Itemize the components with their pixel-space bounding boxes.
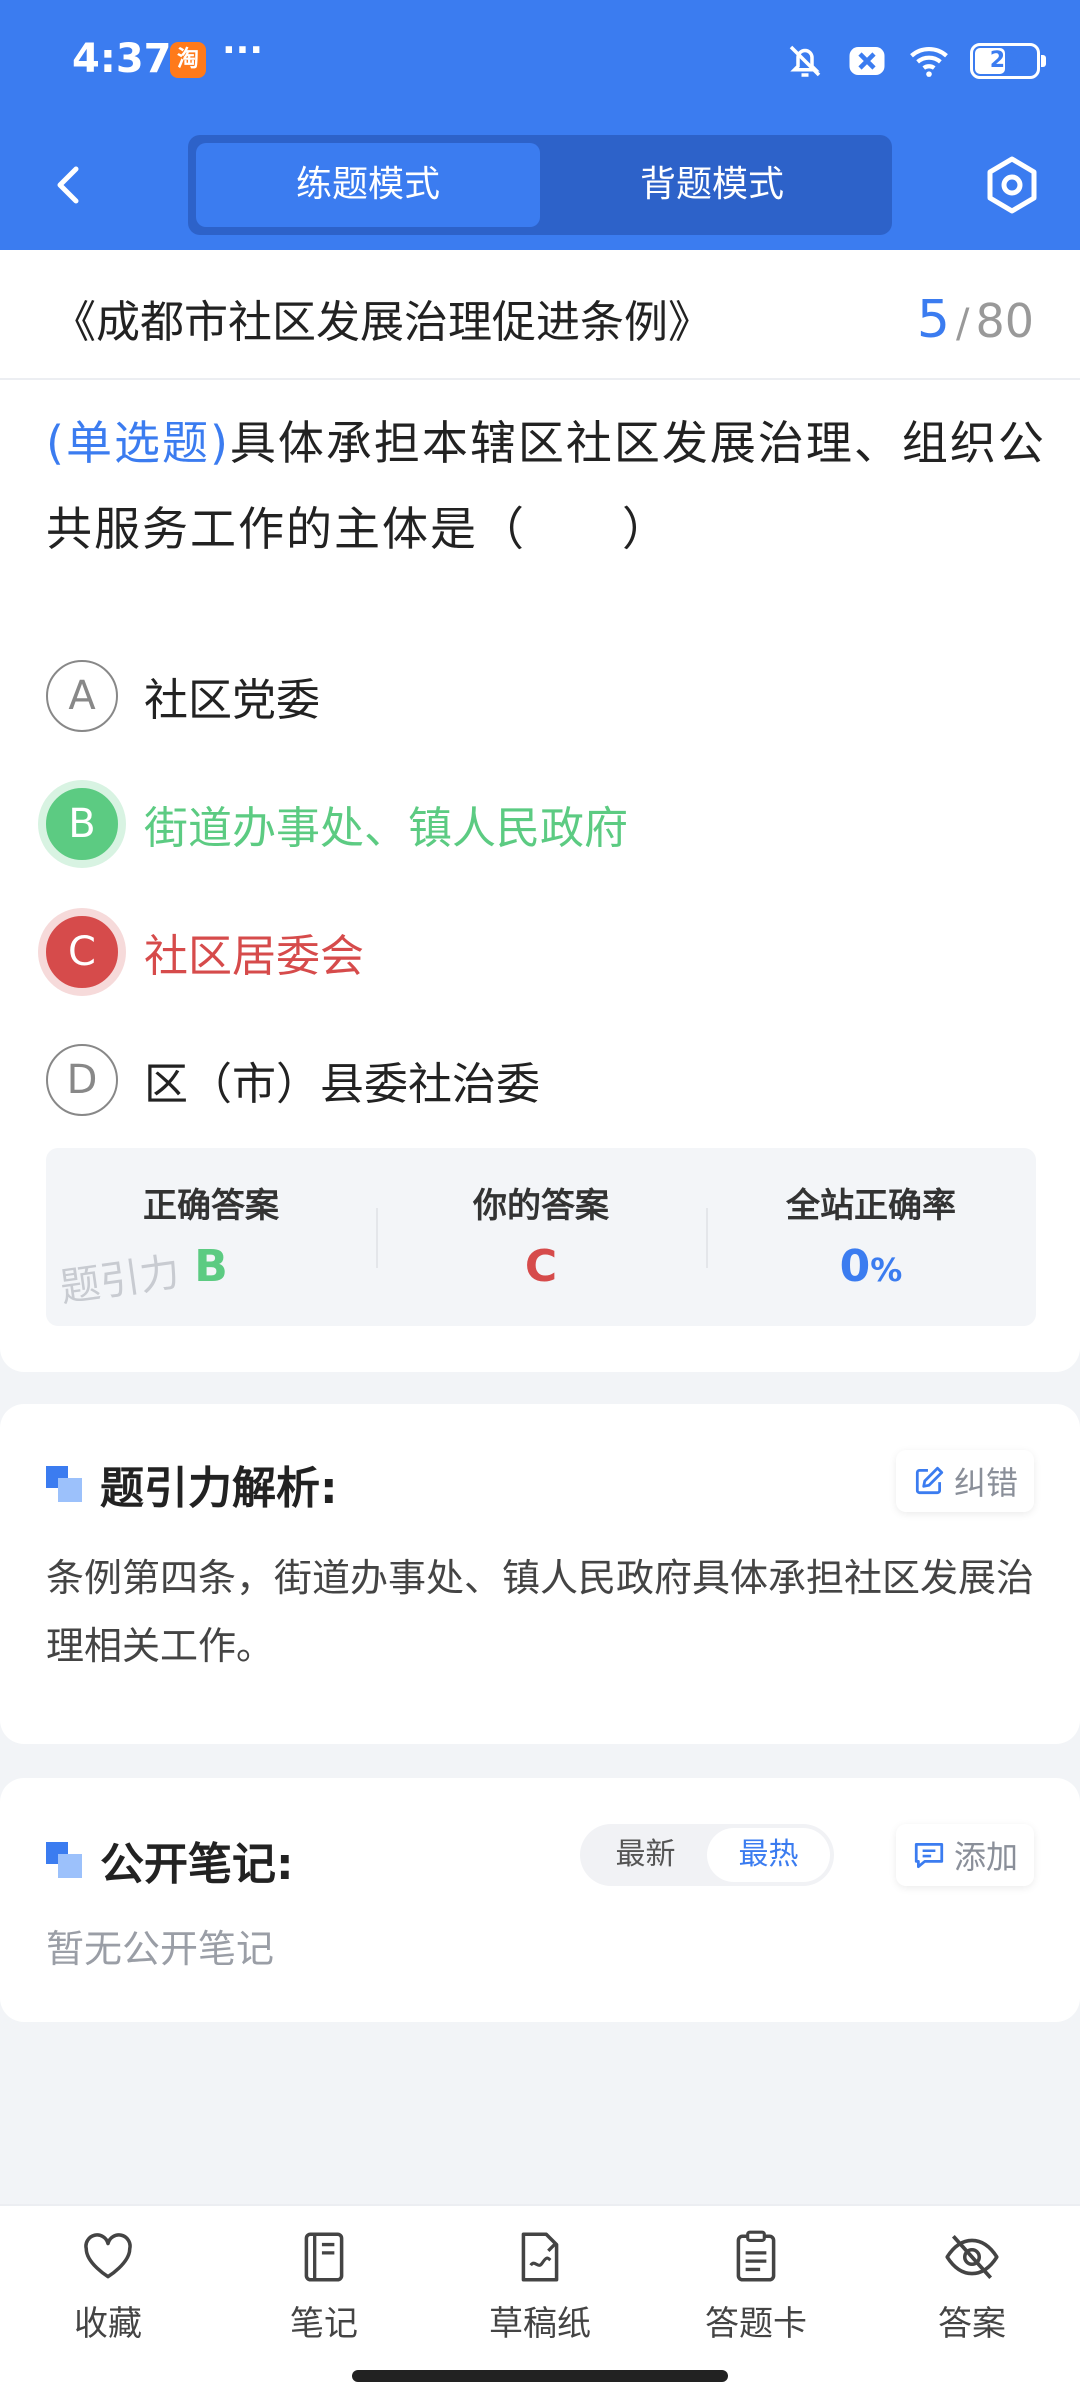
- question-header: 《成都市社区发展治理促进条例》 5/80: [0, 250, 1080, 380]
- option-a[interactable]: A 社区党委: [46, 658, 320, 734]
- analysis-card: 题引力解析: 纠错 条例第四条，街道办事处、镇人民政府具体承担社区发展治理相关工…: [0, 1404, 1080, 1744]
- draft-paper-icon: [521, 2232, 559, 2282]
- analysis-header: 题引力解析:: [46, 1452, 338, 1516]
- question-progress[interactable]: 5/80: [917, 290, 1034, 350]
- question-type: (单选题): [46, 416, 230, 470]
- analysis-title: 题引力解析:: [100, 1463, 338, 1514]
- eye-hidden-icon: [945, 2235, 999, 2279]
- notes-card: 公开笔记: 最新 最热 添加 暂无公开笔记: [0, 1778, 1080, 2022]
- answer-summary: 正确答案 B 题引力 你的答案 C 全站正确率 0%: [46, 1148, 1036, 1326]
- section-square-icon: [46, 1842, 82, 1878]
- report-error-label: 纠错: [953, 1464, 1018, 1502]
- toolbar-favorite[interactable]: 收藏: [18, 2228, 198, 2345]
- sort-hottest[interactable]: 最热: [707, 1828, 830, 1882]
- site-accuracy-number: 0: [839, 1241, 871, 1292]
- progress-separator: /: [955, 301, 970, 347]
- taobao-app-icon: 淘: [170, 42, 206, 78]
- hexagon-settings-icon[interactable]: [980, 153, 1044, 217]
- notes-header: 公开笔记:: [46, 1828, 294, 1892]
- edit-icon: [915, 1466, 944, 1495]
- question-text-block: (单选题)具体承担本辖区社区发展治理、组织公共服务工作的主体是（ ）: [46, 400, 1046, 572]
- analysis-text: 条例第四条，街道办事处、镇人民政府具体承担社区发展治理相关工作。: [46, 1556, 1035, 1668]
- wifi-icon: [910, 47, 948, 77]
- mode-switch: 练题模式 背题模式: [188, 135, 892, 235]
- status-time: 4:37: [72, 36, 172, 82]
- notes-sort-toggle: 最新 最热: [580, 1824, 834, 1886]
- heart-icon: [84, 2233, 132, 2279]
- toolbar-draft-label: 草稿纸: [489, 2304, 591, 2344]
- add-note-label: 添加: [953, 1838, 1018, 1876]
- nav-bar: 练题模式 背题模式: [0, 125, 1080, 250]
- more-notifications-icon: ···: [222, 30, 264, 71]
- site-accuracy-label: 全站正确率: [786, 1186, 956, 1226]
- report-error-button[interactable]: 纠错: [895, 1450, 1034, 1512]
- app-header: 4:37 淘 ··· 23 练题模式 背题模式: [0, 0, 1080, 250]
- progress-current: 5: [916, 290, 950, 350]
- option-c[interactable]: C 社区居委会: [46, 914, 364, 990]
- option-letter: D: [46, 1044, 118, 1116]
- progress-total: 80: [975, 294, 1034, 348]
- answer-sheet-icon: [736, 2230, 776, 2282]
- option-b[interactable]: B 街道办事处、镇人民政府: [46, 786, 628, 862]
- option-text: 社区居委会: [144, 931, 364, 982]
- battery-level: 23: [989, 48, 1021, 73]
- your-answer-value: C: [524, 1241, 558, 1292]
- option-letter: C: [46, 916, 118, 988]
- status-icons: 23: [784, 38, 1046, 84]
- option-d[interactable]: D 区（市）县委社治委: [46, 1042, 540, 1118]
- document-title: 《成都市社区发展治理促进条例》: [52, 297, 712, 348]
- add-note-button[interactable]: 添加: [895, 1824, 1034, 1886]
- toolbar-answer-label: 答案: [938, 2304, 1006, 2344]
- sort-latest[interactable]: 最新: [584, 1828, 707, 1882]
- battery-icon: 23: [970, 43, 1046, 79]
- site-accuracy: 全站正确率 0%: [706, 1148, 1036, 1326]
- option-text: 社区党委: [144, 675, 320, 726]
- home-indicator[interactable]: [352, 2370, 728, 2382]
- tab-practice-mode[interactable]: 练题模式: [196, 143, 540, 227]
- toolbar-answer-sheet-label: 答题卡: [705, 2304, 807, 2344]
- close-box-icon: [849, 47, 885, 75]
- option-letter: B: [46, 788, 118, 860]
- toolbar-favorite-label: 收藏: [74, 2304, 142, 2344]
- toolbar-answer-sheet[interactable]: 答题卡: [666, 2228, 846, 2345]
- option-text: 街道办事处、镇人民政府: [144, 803, 628, 854]
- your-answer-label: 你的答案: [473, 1186, 609, 1226]
- chevron-left-icon[interactable]: [40, 155, 100, 215]
- question-card: 《成都市社区发展治理促进条例》 5/80 (单选题)具体承担本辖区社区发展治理、…: [0, 250, 1080, 1372]
- tab-memorize-mode[interactable]: 背题模式: [540, 143, 884, 227]
- option-letter: A: [46, 660, 118, 732]
- site-accuracy-value: 0%: [706, 1241, 1036, 1292]
- toolbar-notes-label: 笔记: [290, 2304, 358, 2344]
- notebook-icon: [304, 2232, 344, 2282]
- empty-notes-text: 暂无公开笔记: [46, 1927, 275, 1971]
- section-square-icon: [46, 1466, 82, 1502]
- comment-icon: [914, 1842, 944, 1869]
- site-accuracy-unit: %: [870, 1251, 903, 1289]
- status-bar: 4:37 淘 ··· 23: [0, 0, 1080, 125]
- your-answer: 你的答案 C: [376, 1148, 706, 1326]
- notes-title: 公开笔记:: [100, 1839, 294, 1890]
- option-text: 区（市）县委社治委: [144, 1059, 540, 1110]
- toolbar-notes[interactable]: 笔记: [234, 2228, 414, 2345]
- toolbar-answer[interactable]: 答案: [882, 2228, 1062, 2345]
- correct-answer: 正确答案 B 题引力: [46, 1148, 376, 1326]
- toolbar-draft[interactable]: 草稿纸: [450, 2228, 630, 2345]
- correct-answer-label: 正确答案: [143, 1186, 279, 1226]
- bell-muted-icon: [789, 45, 821, 77]
